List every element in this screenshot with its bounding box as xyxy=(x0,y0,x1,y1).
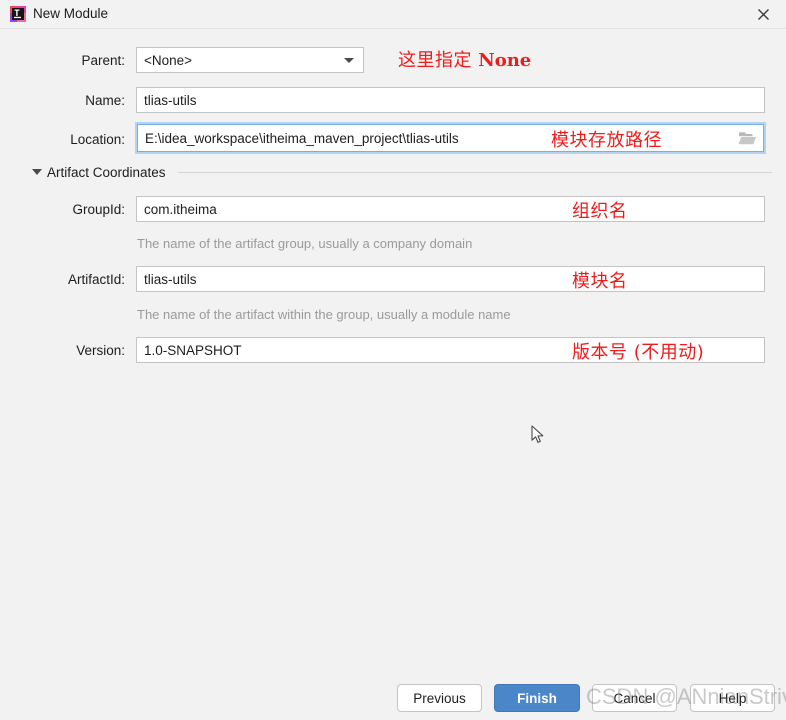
name-input-value: tlias-utils xyxy=(144,92,197,108)
parent-select-value: <None> xyxy=(144,52,193,68)
artifact-id-hint: The name of the artifact within the grou… xyxy=(137,307,511,322)
annotation-parent-none: 这里指定 None xyxy=(398,50,532,71)
artifact-id-input[interactable]: tlias-utils xyxy=(136,266,765,292)
annotation-artifact-id: 模块名 xyxy=(572,271,628,292)
version-label: Version: xyxy=(76,343,125,358)
group-id-hint: The name of the artifact group, usually … xyxy=(137,236,473,251)
artifact-coordinates-title: Artifact Coordinates xyxy=(47,165,166,180)
name-label: Name: xyxy=(85,93,125,108)
annotation-group-id: 组织名 xyxy=(572,201,628,222)
window-title: New Module xyxy=(33,6,109,21)
version-input-value: 1.0-SNAPSHOT xyxy=(144,342,242,358)
folder-open-icon[interactable] xyxy=(738,130,757,146)
chevron-down-icon xyxy=(344,58,354,63)
help-button[interactable]: Help xyxy=(690,684,775,712)
parent-label: Parent: xyxy=(81,53,125,68)
cancel-button[interactable]: Cancel xyxy=(592,684,677,712)
mouse-cursor xyxy=(531,425,545,445)
artifact-id-input-value: tlias-utils xyxy=(144,271,197,287)
section-divider xyxy=(178,172,772,173)
group-id-label: GroupId: xyxy=(72,202,125,217)
finish-button[interactable]: Finish xyxy=(494,684,580,712)
location-input[interactable]: E:\idea_workspace\itheima_maven_project\… xyxy=(137,124,764,152)
close-icon[interactable] xyxy=(740,0,786,28)
annotation-location-path: 模块存放路径 xyxy=(551,130,662,151)
group-id-input-value: com.itheima xyxy=(144,201,217,217)
name-input[interactable]: tlias-utils xyxy=(136,87,765,113)
previous-button[interactable]: Previous xyxy=(397,684,482,712)
location-label: Location: xyxy=(70,132,125,147)
intellij-idea-icon xyxy=(9,5,27,23)
parent-select[interactable]: <None> xyxy=(136,47,364,73)
triangle-down-icon[interactable] xyxy=(32,169,42,175)
location-input-value: E:\idea_workspace\itheima_maven_project\… xyxy=(145,130,459,146)
artifact-id-label: ArtifactId: xyxy=(67,272,125,287)
title-bar: New Module xyxy=(0,0,786,29)
annotation-version: 版本号 (不用动) xyxy=(572,342,705,363)
group-id-input[interactable]: com.itheima xyxy=(136,196,765,222)
